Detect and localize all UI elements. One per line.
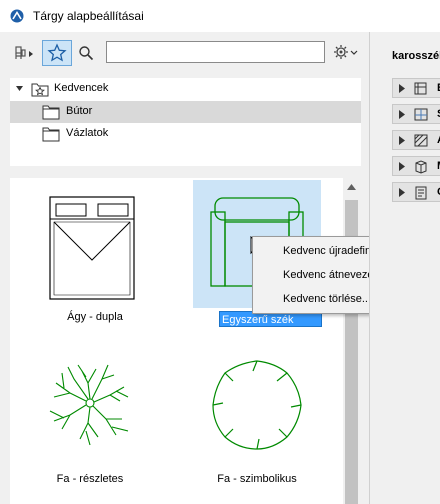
- panel-section-header[interactable]: E: [392, 78, 440, 98]
- chevron-right-icon: [399, 136, 405, 145]
- model-icon: [415, 160, 427, 174]
- gallery-item-label[interactable]: Fa - szimbolikus: [197, 473, 317, 485]
- search-input[interactable]: [106, 41, 325, 63]
- favorites-button[interactable]: [42, 40, 72, 66]
- listing-icon: [415, 186, 427, 200]
- tree-item-vazlatok[interactable]: Vázlatok: [10, 123, 361, 145]
- chevron-right-icon: [399, 110, 405, 119]
- grid-object-icon: [414, 82, 427, 95]
- chevron-right-icon: [399, 188, 405, 197]
- folder-icon: [42, 105, 60, 120]
- gear-icon: [334, 45, 358, 59]
- tree-detailed-symbol-icon[interactable]: [44, 357, 136, 449]
- element-name-label: karosszék: [392, 50, 440, 62]
- people-icon: [15, 46, 33, 59]
- archicad-logo-icon: [10, 9, 24, 23]
- gallery-item-label[interactable]: Ágy - dupla: [35, 311, 155, 323]
- tree-item-label: Bútor: [66, 105, 93, 117]
- floor-plan-icon: [414, 108, 428, 121]
- chevron-right-icon: [399, 84, 405, 93]
- chevron-down-icon[interactable]: [15, 85, 24, 93]
- settings-menu-button[interactable]: [331, 41, 359, 63]
- scroll-up-icon[interactable]: [347, 184, 356, 190]
- search-button[interactable]: [76, 42, 96, 64]
- title-bar: Tárgy alapbeállításai: [0, 0, 440, 32]
- favorites-folder-icon: [31, 83, 49, 97]
- double-bed-symbol-icon[interactable]: [48, 195, 138, 305]
- tree-symbolic-symbol-icon[interactable]: [209, 357, 305, 453]
- panel-section-header[interactable]: M: [392, 156, 440, 176]
- search-icon: [79, 46, 94, 61]
- toolbar: [0, 32, 370, 74]
- hatch-icon: [414, 134, 428, 147]
- library-view-button[interactable]: [12, 41, 38, 65]
- chevron-right-icon: [399, 162, 405, 171]
- panel-section-header[interactable]: S: [392, 104, 440, 124]
- panel-section-header[interactable]: A: [392, 130, 440, 150]
- window-title: Tárgy alapbeállításai: [33, 9, 144, 23]
- panel-section-header[interactable]: C: [392, 182, 440, 202]
- tree-item-label: Vázlatok: [66, 127, 109, 139]
- favorites-tree: Kedvencek Bútor Vázlatok: [10, 78, 361, 166]
- star-icon: [47, 43, 67, 62]
- gallery-item-label[interactable]: Fa - részletes: [30, 473, 150, 485]
- tree-item-kedvencek[interactable]: Kedvencek: [10, 78, 361, 100]
- settings-panel: [370, 32, 440, 504]
- folder-icon: [42, 127, 60, 142]
- tree-item-butor[interactable]: Bútor: [10, 101, 361, 123]
- tree-item-label: Kedvencek: [54, 82, 109, 94]
